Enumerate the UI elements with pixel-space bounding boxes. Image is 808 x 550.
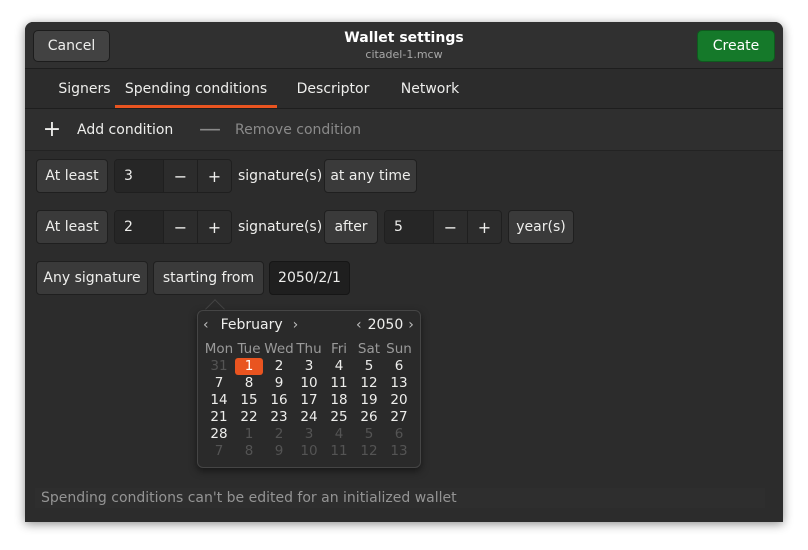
timing-button[interactable]: starting from (153, 261, 264, 295)
decrement-button[interactable]: − (163, 160, 197, 192)
increment-button[interactable]: + (467, 211, 501, 243)
calendar-day[interactable]: 9 (264, 375, 294, 392)
decrement-button[interactable]: − (163, 211, 197, 243)
condition-actions-bar: + Add condition — Remove condition (25, 109, 783, 151)
period-value[interactable]: 5 (385, 211, 433, 243)
calendar-day-other-month[interactable]: 10 (294, 443, 324, 460)
increment-button[interactable]: + (197, 211, 231, 243)
calendar-day[interactable]: 24 (294, 409, 324, 426)
quantifier-button[interactable]: At least (36, 159, 108, 193)
calendar-day[interactable]: 2 (264, 358, 294, 375)
calendar-day[interactable]: 17 (294, 392, 324, 409)
month-label: February (220, 317, 283, 333)
calendar-day[interactable]: 4 (324, 358, 354, 375)
calendar-day[interactable]: 25 (324, 409, 354, 426)
calendar-day-other-month[interactable]: 11 (324, 443, 354, 460)
weekday-label: Wed (264, 341, 294, 357)
calendar-grid: Mon Tue Wed Thu Fri Sat Sun 31 1 2 3 4 5… (204, 341, 414, 460)
weekday-label: Sat (357, 341, 381, 357)
decrement-button[interactable]: − (433, 211, 467, 243)
calendar-day-other-month[interactable]: 3 (294, 426, 324, 443)
calendar-day[interactable]: 10 (294, 375, 324, 392)
calendar-day[interactable]: 14 (204, 392, 234, 409)
timing-button[interactable]: at any time (324, 159, 417, 193)
tab-spending-conditions[interactable]: Spending conditions (115, 69, 277, 109)
calendar-day[interactable]: 6 (384, 358, 414, 375)
calendar-day[interactable]: 22 (234, 409, 264, 426)
timing-button[interactable]: after (324, 210, 378, 244)
tab-bar: Signers Spending conditions Descriptor N… (25, 69, 783, 109)
weekday-label: Thu (296, 341, 322, 357)
calendar-day-other-month[interactable]: 7 (204, 443, 234, 460)
tab-descriptor[interactable]: Descriptor (287, 69, 379, 109)
year-label: 2050 (367, 317, 404, 333)
calendar-day[interactable]: 19 (354, 392, 384, 409)
minus-icon: — (199, 117, 221, 142)
calendar-day-selected[interactable]: 1 (235, 358, 263, 375)
window-subtitle: citadel-1.mcw (365, 48, 443, 61)
quantifier-button[interactable]: At least (36, 210, 108, 244)
calendar-day[interactable]: 23 (264, 409, 294, 426)
period-spinner[interactable]: 5 − + (384, 210, 502, 244)
window-title: Wallet settings (344, 30, 464, 46)
calendar-day-other-month[interactable]: 8 (234, 443, 264, 460)
calendar-day-other-month[interactable]: 6 (384, 426, 414, 443)
calendar-day[interactable]: 5 (354, 358, 384, 375)
increment-button[interactable]: + (197, 160, 231, 192)
create-button[interactable]: Create (697, 30, 775, 62)
add-condition-label: Add condition (77, 122, 174, 138)
status-message: Spending conditions can't be edited for … (35, 488, 765, 508)
signature-count-spinner[interactable]: 2 − + (114, 210, 232, 244)
calendar-day[interactable]: 15 (234, 392, 264, 409)
date-picker-button[interactable]: 2050/2/1 (269, 261, 350, 295)
year-selector: ‹ 2050 › (356, 315, 414, 335)
calendar-day-other-month[interactable]: 12 (354, 443, 384, 460)
calendar-day[interactable]: 12 (354, 375, 384, 392)
calendar-popover: ‹ February › ‹ 2050 › Mon Tue Wed Thu Fr… (197, 310, 421, 468)
next-month-icon[interactable]: › (293, 317, 299, 333)
calendar-day-other-month[interactable]: 2 (264, 426, 294, 443)
weekday-label: Tue (237, 341, 261, 357)
weekday-label: Sun (386, 341, 412, 357)
calendar-day-other-month[interactable]: 9 (264, 443, 294, 460)
weekday-label: Mon (204, 341, 234, 357)
signature-unit-label: signature(s) (238, 168, 323, 184)
calendar-day[interactable]: 16 (264, 392, 294, 409)
quantifier-button[interactable]: Any signature (36, 261, 148, 295)
calendar-day[interactable]: 26 (354, 409, 384, 426)
weekday-label: Fri (330, 341, 348, 357)
calendar-day-other-month[interactable]: 4 (324, 426, 354, 443)
next-year-icon[interactable]: › (408, 317, 414, 333)
calendar-day-other-month[interactable]: 13 (384, 443, 414, 460)
calendar-day[interactable]: 8 (234, 375, 264, 392)
calendar-day[interactable]: 18 (324, 392, 354, 409)
signature-count-value[interactable]: 3 (115, 160, 163, 192)
calendar-day-other-month[interactable]: 31 (204, 358, 234, 375)
signature-count-spinner[interactable]: 3 − + (114, 159, 232, 193)
cancel-button[interactable]: Cancel (33, 30, 110, 62)
plus-icon: + (42, 117, 62, 142)
month-selector: ‹ February › (203, 315, 298, 335)
period-unit-button[interactable]: year(s) (508, 210, 574, 244)
tab-network[interactable]: Network (391, 69, 469, 109)
calendar-day[interactable]: 11 (324, 375, 354, 392)
calendar-day[interactable]: 20 (384, 392, 414, 409)
wallet-settings-window: Cancel Wallet settings citadel-1.mcw Cre… (25, 22, 783, 522)
calendar-day-other-month[interactable]: 1 (234, 426, 264, 443)
calendar-day[interactable]: 3 (294, 358, 324, 375)
signature-unit-label: signature(s) (238, 219, 323, 235)
prev-month-icon[interactable]: ‹ (203, 317, 209, 333)
calendar-day[interactable]: 13 (384, 375, 414, 392)
calendar-day[interactable]: 27 (384, 409, 414, 426)
calendar-day[interactable]: 7 (204, 375, 234, 392)
signature-count-value[interactable]: 2 (115, 211, 163, 243)
calendar-day[interactable]: 28 (204, 426, 234, 443)
header-bar: Cancel Wallet settings citadel-1.mcw Cre… (25, 22, 783, 69)
remove-condition-label: Remove condition (235, 122, 361, 138)
remove-condition-button[interactable]: — Remove condition (199, 109, 361, 151)
add-condition-button[interactable]: + Add condition (41, 109, 174, 151)
calendar-day-other-month[interactable]: 5 (354, 426, 384, 443)
prev-year-icon[interactable]: ‹ (356, 317, 362, 333)
calendar-day[interactable]: 21 (204, 409, 234, 426)
